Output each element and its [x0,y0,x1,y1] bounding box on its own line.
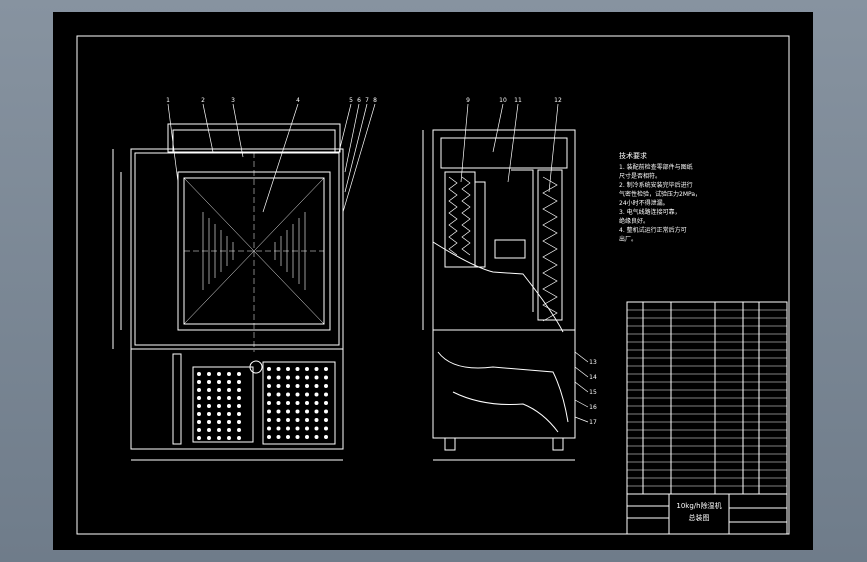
callout-label: 6 [357,97,361,104]
side-view [422,129,576,461]
tech-line: 1. 装配前检查零部件与图纸 [619,163,693,171]
tech-line: 气密性检验，试验压力2MPa， [619,190,701,198]
tech-line: 24小时不得泄漏。 [619,199,669,207]
tech-line: 3. 电气线路连接可靠， [619,208,681,216]
tech-line: 2. 制冷系统安装完毕后进行 [619,181,693,189]
tech-line: 4. 整机试运行正常后方可 [619,226,687,234]
drawing-subtitle: 总装图 [689,513,710,522]
callout-label: 11 [514,97,522,104]
tech-line: 尺寸是否相符。 [619,172,661,180]
drawing-sheet: 1 2 3 4 5 6 7 8 9 10 11 12 13 14 15 16 1… [53,12,813,550]
callout-label: 17 [589,419,597,426]
side-upper-cabinet [432,129,576,331]
drawing-canvas: 1 2 3 4 5 6 7 8 9 10 11 12 13 14 15 16 1… [76,35,790,535]
callout-label: 5 [349,97,353,104]
side-lower-cabinet [432,329,576,439]
drawing-name: 10kg/h除湿机 [676,501,721,510]
side-coil-left [444,171,476,268]
tech-line: 绝缘良好。 [619,217,649,225]
callout-label: 16 [589,404,597,411]
front-upper-cabinet [130,148,344,350]
callout-label: 15 [589,389,597,396]
callout-label: 12 [554,97,562,104]
tech-requirements-title: 技术要求 [619,151,647,160]
parts-list-table [626,301,788,495]
callout-label: 4 [296,97,300,104]
tech-line: 出厂。 [619,235,637,243]
callout-label: 14 [589,374,597,381]
callout-label: 10 [499,97,507,104]
front-view [112,123,344,461]
callout-label: 3 [231,97,235,104]
callout-label: 2 [201,97,205,104]
cad-viewport[interactable]: 1 2 3 4 5 6 7 8 9 10 11 12 13 14 15 16 1… [0,0,867,562]
control-panel [494,239,526,259]
callout-label: 1 [166,97,170,104]
callout-label: 7 [365,97,369,104]
callout-label: 13 [589,359,597,366]
callout-label: 9 [466,97,470,104]
front-lower-cabinet [130,348,344,450]
callout-label: 8 [373,97,377,104]
tech-requirements: 技术要求 1. 装配前检查零部件与图纸 尺寸是否相符。 2. 制冷系统安装完毕后… [619,151,701,243]
